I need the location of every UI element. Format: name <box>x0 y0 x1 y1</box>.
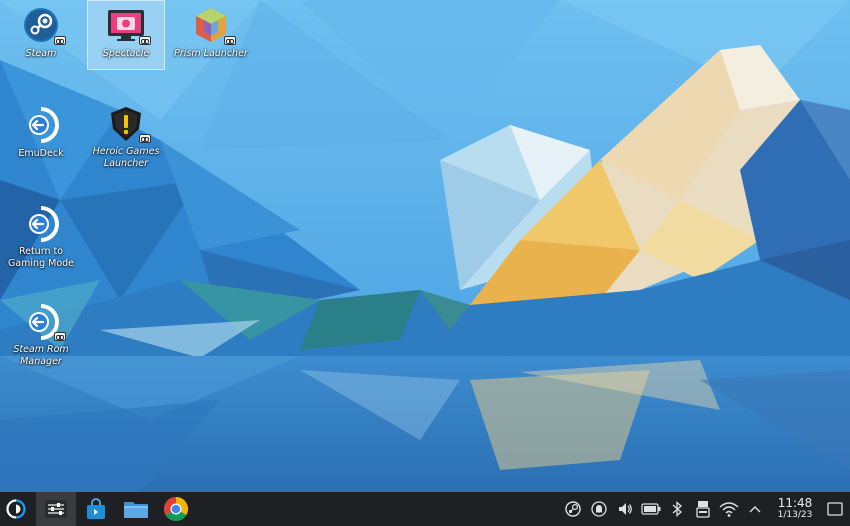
folder-icon <box>124 502 148 518</box>
bluetooth-icon <box>672 501 682 517</box>
return-arrow-icon <box>20 302 66 342</box>
chrome-icon <box>163 497 189 522</box>
desktop-icon-label: Steam Rom Manager <box>13 344 69 367</box>
speaker-icon <box>619 503 632 515</box>
return-arrow-icon <box>20 204 62 244</box>
desktop-icon-label: Heroic Games Launcher <box>92 146 160 169</box>
tray-battery[interactable] <box>638 492 664 526</box>
show-desktop-icon <box>827 502 843 516</box>
desktop-icon-label: Spectacle <box>102 48 150 59</box>
discover-button[interactable] <box>76 492 116 526</box>
link-badge-icon <box>139 134 151 143</box>
clock-date: 1/13/23 <box>777 510 813 520</box>
ghost-icon <box>591 501 607 517</box>
desktop-icon-label: Return to Gaming Mode <box>7 246 75 269</box>
clock-time: 11:48 <box>777 496 813 510</box>
tray-wifi[interactable] <box>716 492 742 526</box>
tray-ghost[interactable] <box>586 492 612 526</box>
heroic-icon <box>105 104 151 144</box>
tray-steam[interactable] <box>560 492 586 526</box>
desktop-icon-spectacle[interactable]: Spectacle <box>87 0 165 70</box>
desktop-icon-heroic[interactable]: Heroic Games Launcher <box>87 100 165 170</box>
tray-volume[interactable] <box>612 492 638 526</box>
return-arrow-icon <box>20 104 62 146</box>
tray-storage[interactable] <box>690 492 716 526</box>
link-badge-icon <box>224 36 236 45</box>
desktop-icon-label: Steam <box>25 48 57 59</box>
tray-expand[interactable] <box>742 492 768 526</box>
desktop-icon-emudeck[interactable]: EmuDeck <box>2 100 80 170</box>
link-badge-icon <box>54 36 66 45</box>
battery-icon <box>641 503 661 515</box>
desktop-icon-steam[interactable]: Steam <box>2 0 80 70</box>
link-badge-icon <box>54 332 66 341</box>
steamdeck-logo-icon <box>6 499 26 519</box>
spectacle-icon <box>105 4 151 46</box>
wallpaper <box>0 0 850 492</box>
prism-launcher-icon <box>190 4 236 46</box>
desktop-icon-label: Prism Launcher <box>174 48 248 59</box>
desktop-icon-steam-rom-manager[interactable]: Steam Rom Manager <box>2 298 80 368</box>
dolphin-button[interactable] <box>116 492 156 526</box>
wifi-icon <box>719 502 739 517</box>
settings-sliders-icon <box>45 500 67 518</box>
desktop-icon-return-to-gaming-mode[interactable]: Return to Gaming Mode <box>2 200 80 270</box>
steam-icon <box>20 4 66 46</box>
steam-icon <box>565 501 581 517</box>
tray-bluetooth[interactable] <box>664 492 690 526</box>
system-settings-button[interactable] <box>36 492 76 526</box>
chrome-button[interactable] <box>156 492 196 526</box>
app-launcher-button[interactable] <box>0 492 32 526</box>
desktop-icon-prism-launcher[interactable]: Prism Launcher <box>172 0 250 70</box>
system-tray: 11:48 1/13/23 <box>560 492 850 526</box>
desktop-icon-label: EmuDeck <box>18 148 64 159</box>
digital-clock[interactable]: 11:48 1/13/23 <box>772 492 818 526</box>
storage-icon <box>696 501 710 518</box>
desktop[interactable]: Steam Spectacle Prism Launcher EmuDeck H… <box>0 0 850 526</box>
taskbar: 11:48 1/13/23 <box>0 492 850 526</box>
chevron-up-icon <box>749 506 761 513</box>
discover-store-icon <box>87 498 105 519</box>
link-badge-icon <box>139 36 151 45</box>
show-desktop-button[interactable] <box>820 492 850 526</box>
